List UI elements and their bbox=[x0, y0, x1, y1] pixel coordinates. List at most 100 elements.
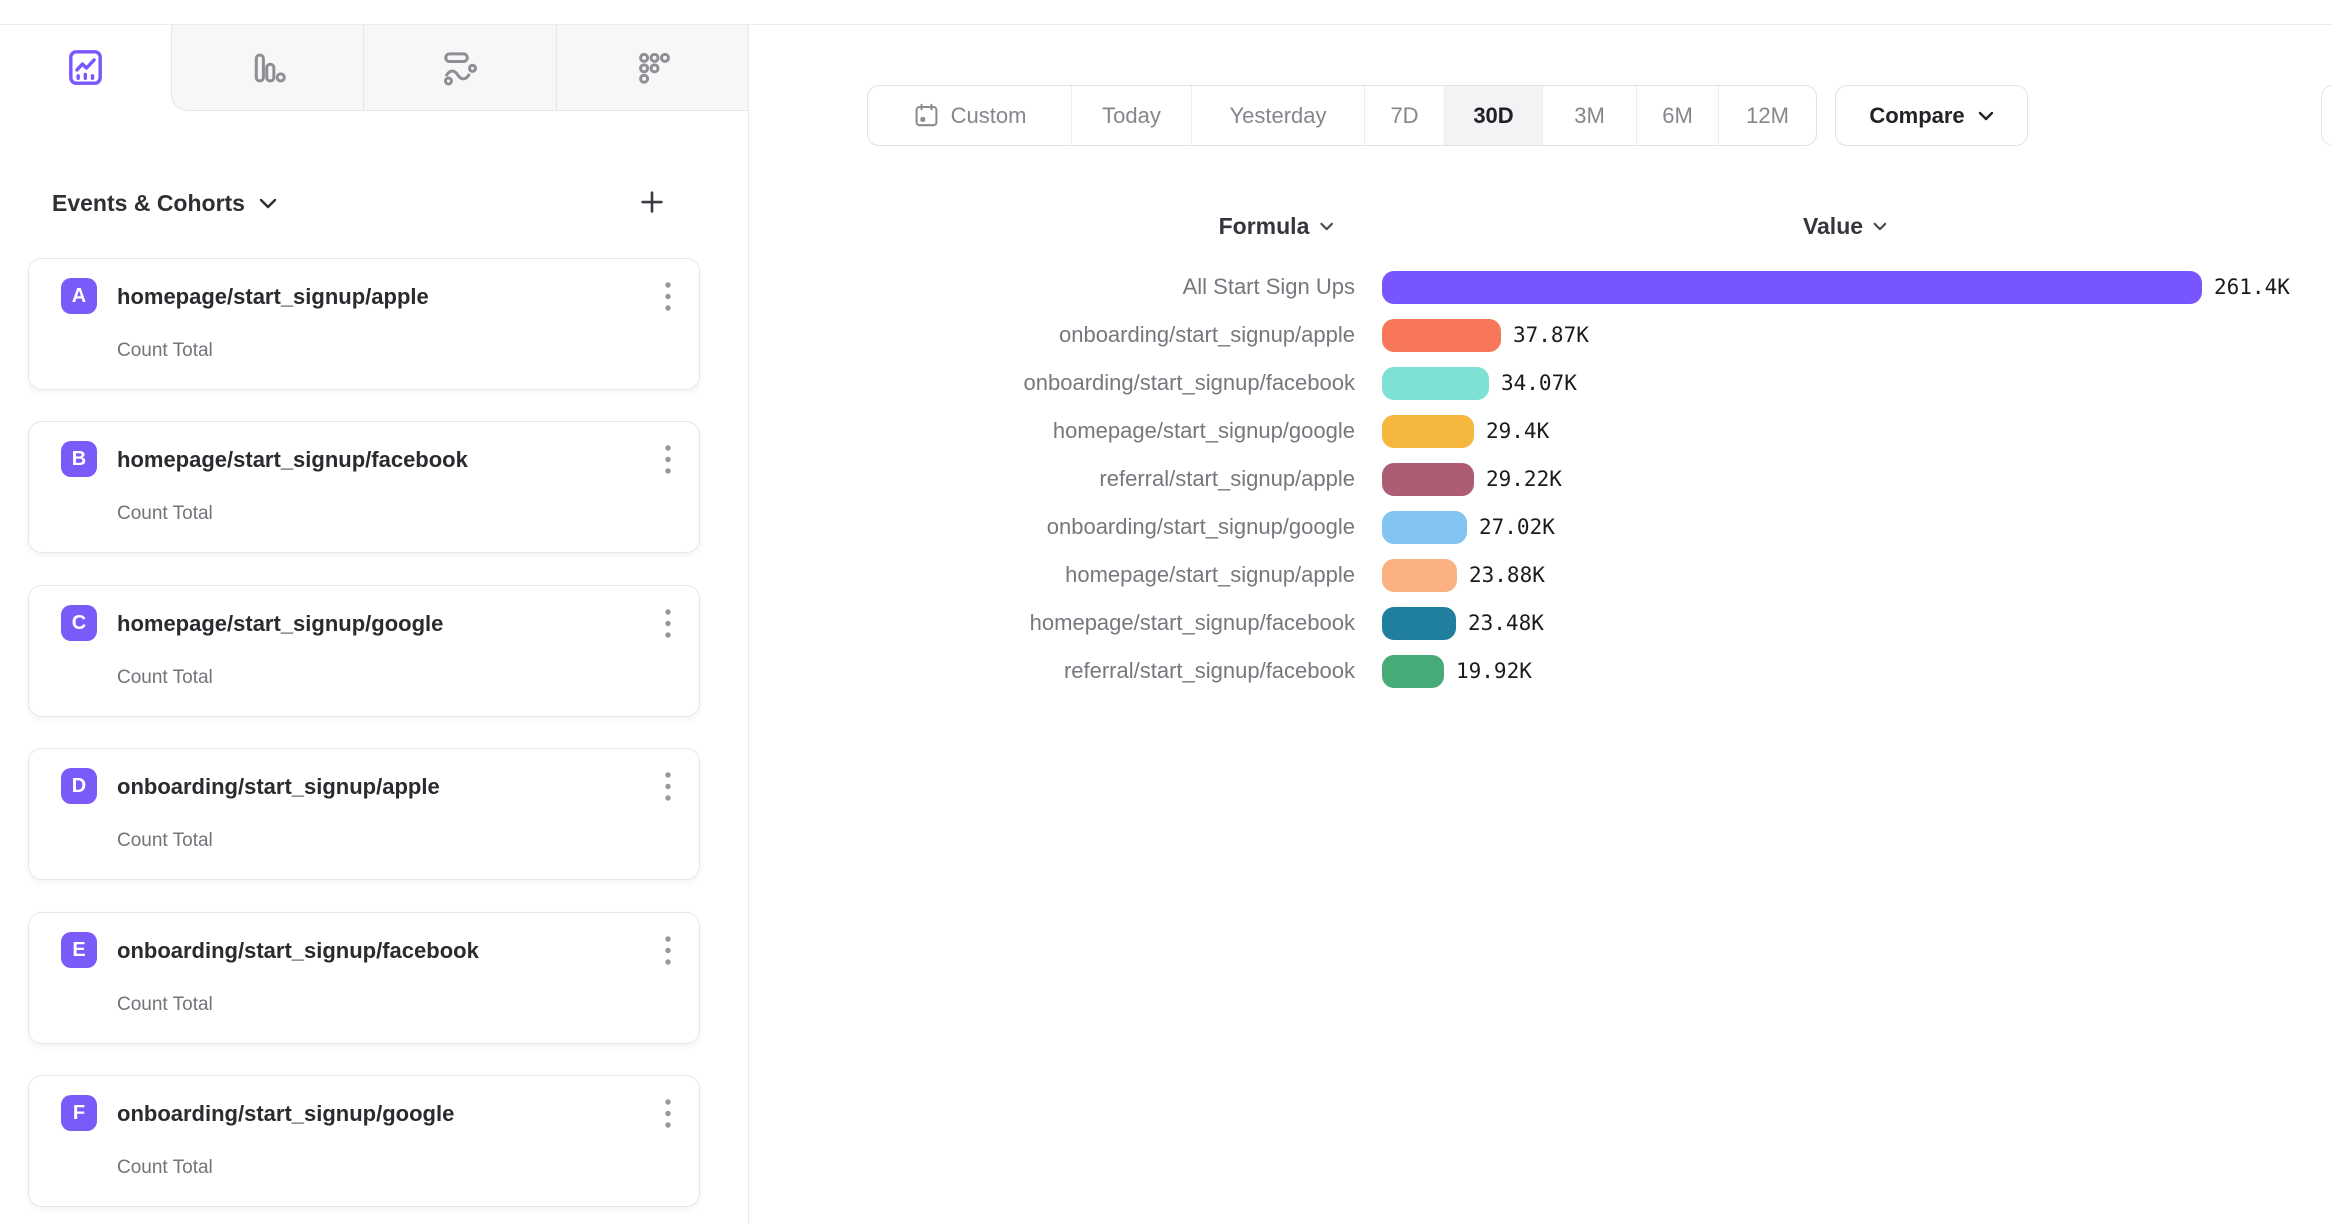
bar-segment[interactable] bbox=[1382, 367, 1489, 400]
range-label: 30D bbox=[1473, 103, 1513, 129]
tab-line-chart[interactable] bbox=[0, 25, 171, 110]
event-badge: F bbox=[61, 1095, 97, 1131]
tab-retention[interactable] bbox=[557, 25, 748, 110]
event-menu-button[interactable] bbox=[663, 1097, 673, 1131]
bar-category-label: homepage/start_signup/facebook bbox=[760, 610, 1355, 636]
bar-segment[interactable] bbox=[1382, 655, 1444, 688]
event-card-d[interactable]: Donboarding/start_signup/apple Count Tota… bbox=[28, 748, 700, 880]
bar-segment[interactable] bbox=[1382, 607, 1456, 640]
bar-category-label: All Start Sign Ups bbox=[760, 274, 1355, 300]
bar-segment[interactable] bbox=[1382, 415, 1474, 448]
event-name[interactable]: homepage/start_signup/facebook bbox=[117, 447, 468, 473]
range-button-yesterday[interactable]: Yesterday bbox=[1192, 86, 1365, 145]
range-label: Yesterday bbox=[1229, 103, 1326, 129]
event-metric[interactable]: Count Total bbox=[117, 994, 213, 1016]
kebab-icon bbox=[663, 443, 673, 477]
kebab-icon bbox=[663, 280, 673, 314]
event-name[interactable]: homepage/start_signup/google bbox=[117, 611, 443, 637]
bar-row: onboarding/start_signup/apple37.87K bbox=[760, 311, 2332, 359]
event-card-b[interactable]: Bhomepage/start_signup/facebook Count Tot… bbox=[28, 421, 700, 553]
range-button-custom[interactable]: Custom bbox=[868, 86, 1072, 145]
add-event-button[interactable] bbox=[634, 184, 670, 220]
event-badge: A bbox=[61, 278, 97, 314]
bar-segment[interactable] bbox=[1382, 271, 2202, 304]
bar-segment[interactable] bbox=[1382, 559, 1457, 592]
value-header-label: Value bbox=[1803, 213, 1863, 240]
calendar-icon bbox=[913, 102, 940, 129]
range-button-7d[interactable]: 7D bbox=[1365, 86, 1445, 145]
bar-category-label: onboarding/start_signup/facebook bbox=[760, 370, 1355, 396]
event-menu-button[interactable] bbox=[663, 607, 673, 641]
compare-button[interactable]: Compare bbox=[1835, 85, 2028, 146]
kebab-icon bbox=[663, 934, 673, 968]
bar-row: homepage/start_signup/google 29.4K bbox=[760, 407, 2332, 455]
event-card-f[interactable]: Fonboarding/start_signup/google Count Tot… bbox=[28, 1075, 700, 1207]
line-chart-icon bbox=[65, 47, 106, 88]
event-name[interactable]: onboarding/start_signup/facebook bbox=[117, 938, 479, 964]
bar-value-label: 29.22K bbox=[1486, 467, 1562, 491]
tab-flows[interactable] bbox=[364, 25, 556, 110]
range-button-6m[interactable]: 6M bbox=[1637, 86, 1719, 145]
event-metric[interactable]: Count Total bbox=[117, 503, 213, 525]
event-menu-button[interactable] bbox=[663, 443, 673, 477]
date-range-selector: Custom Today Yesterday 7D 30D 3M 6M 12M bbox=[867, 85, 1817, 146]
formula-column-header[interactable]: Formula bbox=[1219, 213, 1334, 240]
event-name[interactable]: onboarding/start_signup/google bbox=[117, 1101, 454, 1127]
bar-value-label: 27.02K bbox=[1479, 515, 1555, 539]
event-card-c[interactable]: Chomepage/start_signup/google Count Total bbox=[28, 585, 700, 717]
event-menu-button[interactable] bbox=[663, 934, 673, 968]
event-badge: B bbox=[61, 441, 97, 477]
tab-bar-chart[interactable] bbox=[172, 25, 364, 110]
event-metric[interactable]: Count Total bbox=[117, 667, 213, 689]
event-metric[interactable]: Count Total bbox=[117, 340, 213, 362]
range-label: Today bbox=[1102, 103, 1161, 129]
bar-segment[interactable] bbox=[1382, 511, 1467, 544]
range-button-12m[interactable]: 12M bbox=[1719, 86, 1816, 145]
bar-value-label: 29.4K bbox=[1486, 419, 1549, 443]
kebab-icon bbox=[663, 1097, 673, 1131]
chart-type-tabs bbox=[171, 25, 748, 111]
range-button-30d[interactable]: 30D bbox=[1445, 86, 1543, 145]
events-cohorts-title: Events & Cohorts bbox=[52, 190, 245, 217]
event-badge: C bbox=[61, 605, 97, 641]
bar-value-label: 23.48K bbox=[1468, 611, 1544, 635]
clipped-edge-button[interactable] bbox=[2321, 85, 2332, 146]
range-label: Custom bbox=[951, 103, 1027, 129]
kebab-icon bbox=[663, 607, 673, 641]
bar-category-label: referral/start_signup/facebook bbox=[760, 658, 1355, 684]
bar-row: onboarding/start_signup/facebook 34.07K bbox=[760, 359, 2332, 407]
bar-value-label: 34.07K bbox=[1501, 371, 1577, 395]
event-metric[interactable]: Count Total bbox=[117, 830, 213, 852]
event-name[interactable]: onboarding/start_signup/apple bbox=[117, 774, 440, 800]
range-label: 6M bbox=[1662, 103, 1693, 129]
kebab-icon bbox=[663, 770, 673, 804]
bar-row: homepage/start_signup/apple 23.88K bbox=[760, 551, 2332, 599]
value-column-header[interactable]: Value bbox=[1803, 213, 1887, 240]
bar-row: referral/start_signup/apple29.22K bbox=[760, 455, 2332, 503]
range-button-3m[interactable]: 3M bbox=[1543, 86, 1637, 145]
bar-category-label: homepage/start_signup/google bbox=[760, 418, 1355, 444]
bar-row: homepage/start_signup/facebook 23.48K bbox=[760, 599, 2332, 647]
chevron-down-icon bbox=[259, 198, 277, 209]
event-menu-button[interactable] bbox=[663, 280, 673, 314]
bar-category-label: homepage/start_signup/apple bbox=[760, 562, 1355, 588]
event-metric[interactable]: Count Total bbox=[117, 1157, 213, 1179]
range-label: 7D bbox=[1390, 103, 1418, 129]
event-card-a[interactable]: Ahomepage/start_signup/apple Count Total bbox=[28, 258, 700, 390]
bar-value-label: 23.88K bbox=[1469, 563, 1545, 587]
event-card-e[interactable]: Eonboarding/start_signup/facebook Count T… bbox=[28, 912, 700, 1044]
sidebar-divider bbox=[748, 24, 749, 1224]
events-cohorts-header[interactable]: Events & Cohorts bbox=[52, 186, 277, 220]
insights-page: Events & Cohorts Ahomepage/start_signup/… bbox=[0, 0, 2332, 1224]
bar-segment[interactable] bbox=[1382, 463, 1474, 496]
event-name[interactable]: homepage/start_signup/apple bbox=[117, 284, 429, 310]
event-menu-button[interactable] bbox=[663, 770, 673, 804]
retention-dots-icon bbox=[633, 49, 671, 87]
bar-value-label: 19.92K bbox=[1456, 659, 1532, 683]
event-badge: D bbox=[61, 768, 97, 804]
bar-segment[interactable] bbox=[1382, 319, 1501, 352]
range-button-today[interactable]: Today bbox=[1072, 86, 1192, 145]
event-badge: E bbox=[61, 932, 97, 968]
bar-value-label: 37.87K bbox=[1513, 323, 1589, 347]
bar-value-label: 261.4K bbox=[2214, 275, 2290, 299]
